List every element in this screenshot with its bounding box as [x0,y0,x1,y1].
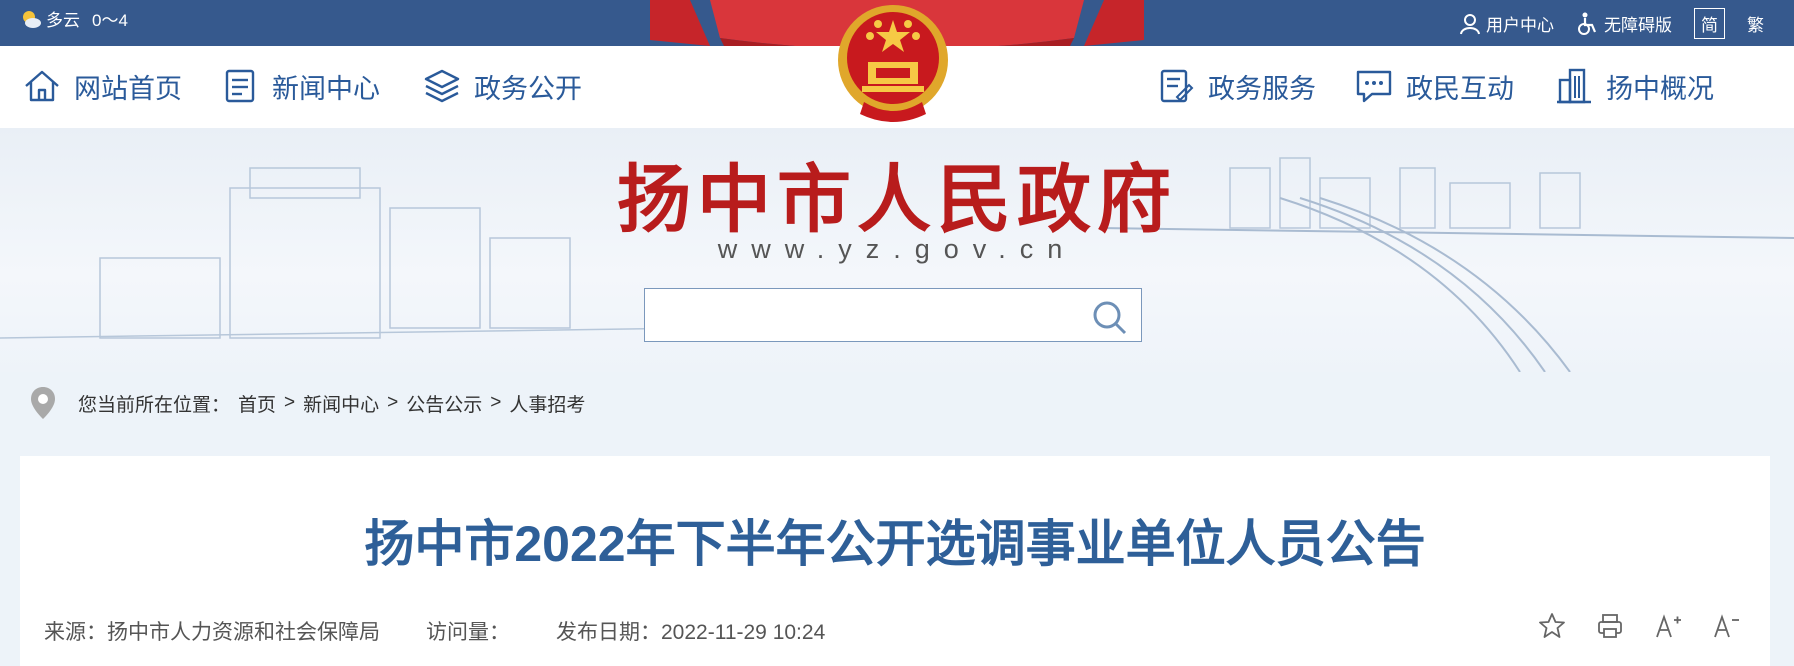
nav-gov-affairs[interactable]: 政务公开 [422,66,582,106]
user-icon [1460,13,1480,34]
article-views: 访问量： [426,621,510,644]
nav-home[interactable]: 网站首页 [22,66,182,106]
font-decrease-icon[interactable] [1712,612,1740,640]
weather-text: 多云 [46,11,80,30]
breadcrumb-notices[interactable]: 公告公示 [406,390,482,417]
font-increase-icon[interactable] [1654,612,1682,640]
nav-news[interactable]: 新闻中心 [220,66,380,106]
article-title: 扬中市2022年下半年公开选调事业单位人员公告 [364,516,1426,572]
nav-gov-services-label: 政务服务 [1208,73,1316,104]
search-icon[interactable] [1091,299,1127,335]
accessibility-link[interactable]: 无障碍版 [1576,11,1672,36]
nav-gov-services[interactable]: 政务服务 [1156,66,1316,106]
buildings-icon [1557,68,1591,104]
article-card: 扬中市2022年下半年公开选调事业单位人员公告 来源：扬中市人力资源和社会保障局… [20,456,1770,666]
article-tools [1538,612,1740,640]
star-favorite-icon[interactable] [1538,612,1566,640]
weather-cloudy-icon [23,10,41,28]
user-center-label: 用户中心 [1486,16,1554,35]
print-icon[interactable] [1596,612,1624,640]
accessibility-label: 无障碍版 [1604,16,1672,35]
form-edit-icon [1160,69,1194,103]
site-banner: 扬中市人民政府 www.yz.gov.cn [0,128,1794,372]
simplified-chinese-button[interactable]: 简 [1694,8,1725,39]
traditional-chinese-button[interactable]: 繁 [1747,11,1764,36]
location-pin-icon [31,387,55,419]
temperature-text: 0～4 [92,11,128,30]
nav-home-label: 网站首页 [74,73,182,104]
search-box [644,288,1142,342]
article-meta: 来源：扬中市人力资源和社会保障局 访问量： 发布日期：2022-11-29 10… [44,616,825,646]
user-center-link[interactable]: 用户中心 [1460,11,1554,36]
weather-widget: 多云 0～4 [20,6,128,31]
nav-interaction[interactable]: 政民互动 [1354,66,1514,106]
news-icon [225,69,255,103]
national-emblem-logo [838,5,948,122]
nav-interaction-label: 政民互动 [1406,73,1514,104]
layers-icon [424,69,460,103]
breadcrumb-recruitment[interactable]: 人事招考 [509,390,585,417]
wheelchair-icon [1578,12,1597,35]
home-icon [25,70,59,102]
site-url: www.yz.gov.cn [717,234,1077,264]
nav-gov-affairs-label: 政务公开 [474,73,582,104]
breadcrumb-news-center[interactable]: 新闻中心 [303,390,379,417]
breadcrumb-prefix: 您当前所在位置： [78,394,231,416]
search-input[interactable] [655,297,1079,335]
article-date: 发布日期：2022-11-29 10:24 [556,621,826,644]
nav-overview-label: 扬中概况 [1606,73,1714,104]
nav-overview[interactable]: 扬中概况 [1554,66,1714,106]
breadcrumb-home[interactable]: 首页 [238,390,276,417]
site-title: 扬中市人民政府 [617,157,1177,243]
chat-bubble-icon [1356,70,1392,103]
article-source: 来源：扬中市人力资源和社会保障局 [44,621,380,644]
nav-news-label: 新闻中心 [272,73,380,104]
breadcrumb: 您当前所在位置： 首页 > 新闻中心 > 公告公示 > 人事招考 [0,372,1794,434]
